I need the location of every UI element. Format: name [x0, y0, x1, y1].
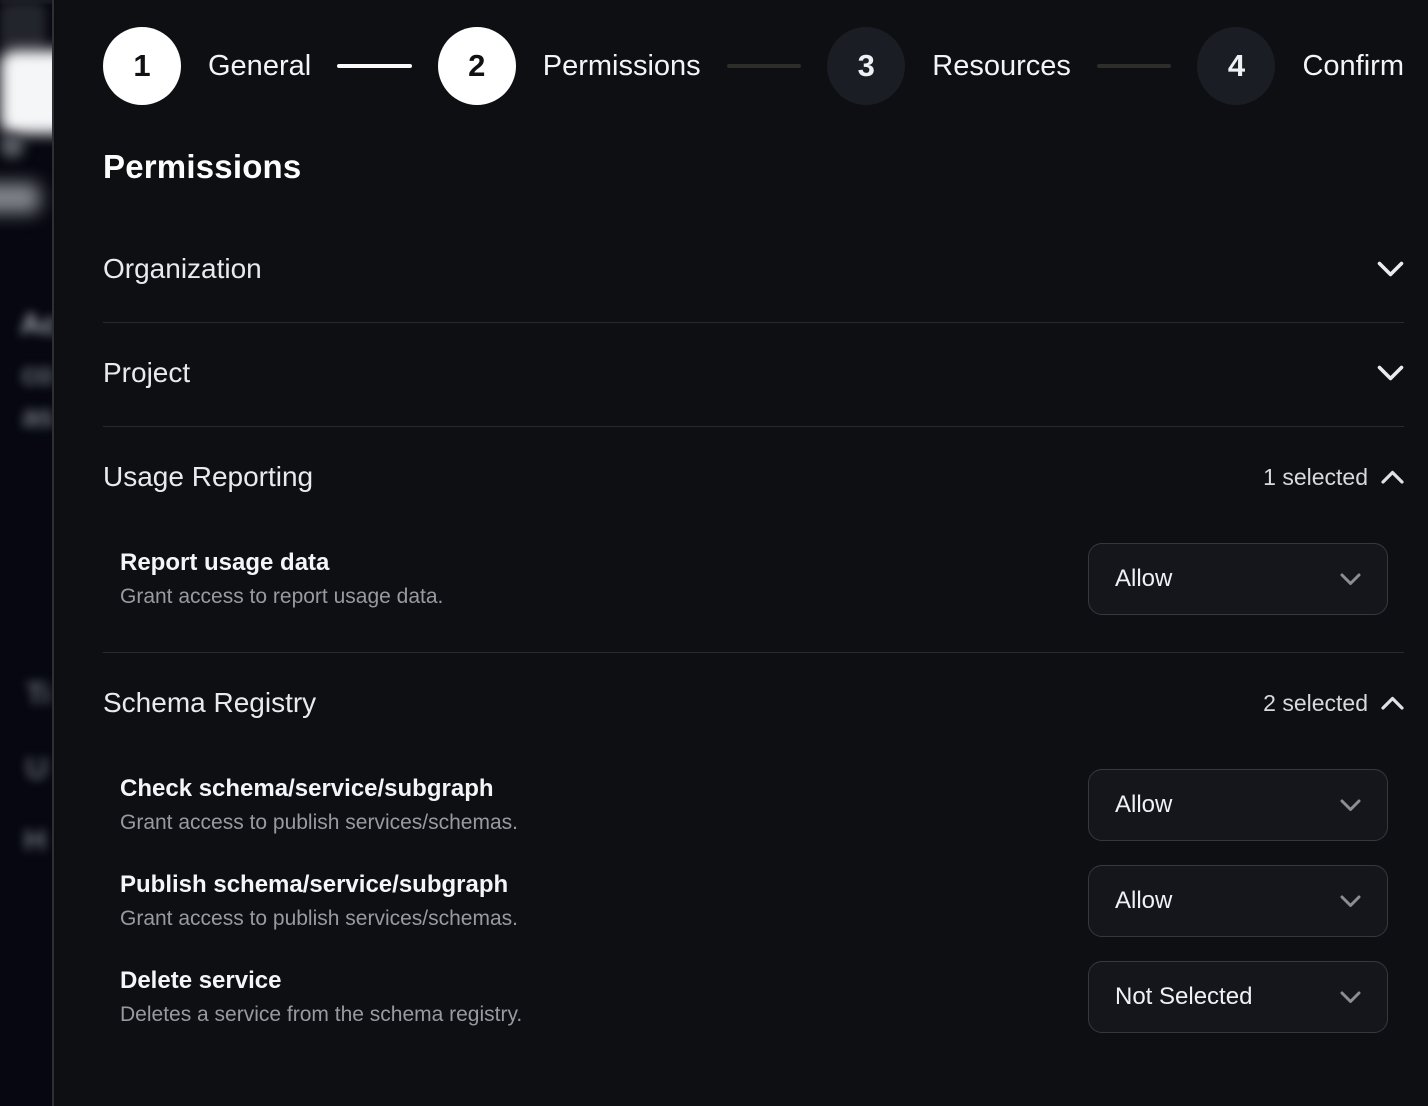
step-number-badge: 1 [103, 27, 181, 105]
sidebar-blurred-active-item [0, 50, 54, 134]
chevron-down-icon [1340, 573, 1361, 586]
step-number-badge: 4 [1197, 27, 1275, 105]
permission-select-check-schema[interactable]: Allow [1088, 769, 1388, 841]
section-title: Usage Reporting [103, 461, 313, 493]
sidebar-blurred-text: Ti [26, 678, 50, 712]
step-number-badge: 3 [827, 27, 905, 105]
step-number-badge: 2 [438, 27, 516, 105]
permission-row-report-usage-data: Report usage data Grant access to report… [103, 543, 1404, 615]
section-title: Schema Registry [103, 687, 316, 719]
chevron-up-icon [1381, 696, 1404, 710]
permission-title: Publish schema/service/subgraph [120, 871, 518, 899]
permission-select-report-usage-data[interactable]: Allow [1088, 543, 1388, 615]
permission-select-delete-service[interactable]: Not Selected [1088, 961, 1388, 1033]
select-value: Allow [1115, 887, 1172, 915]
permission-title: Report usage data [120, 549, 443, 577]
select-value: Allow [1115, 565, 1172, 593]
step-label: Resources [932, 50, 1071, 83]
wizard-stepper: 1 General 2 Permissions 3 Resources 4 Co… [103, 27, 1404, 105]
section-schema-registry: Schema Registry 2 selected Check schema/… [103, 653, 1404, 1070]
chevron-down-icon [1377, 261, 1404, 278]
step-confirm[interactable]: 4 Confirm [1197, 27, 1404, 105]
step-label: General [208, 50, 311, 83]
sidebar-blurred-text: H [24, 824, 46, 858]
sidebar-blurred-text: Ac [20, 308, 54, 342]
select-value: Allow [1115, 791, 1172, 819]
permission-row-delete-service: Delete service Deletes a service from th… [103, 961, 1404, 1033]
selected-count-badge: 2 selected [1263, 690, 1368, 717]
select-value: Not Selected [1115, 983, 1252, 1011]
permission-description: Grant access to report usage data. [120, 585, 443, 609]
sidebar-blurred-icon [0, 2, 46, 50]
section-title: Project [103, 357, 190, 389]
section-project-header[interactable]: Project [103, 357, 1404, 389]
permission-select-publish-schema[interactable]: Allow [1088, 865, 1388, 937]
sidebar-blurred-text: as [22, 400, 54, 434]
create-token-modal: 1 General 2 Permissions 3 Resources 4 Co… [56, 0, 1428, 1106]
section-organization-header[interactable]: Organization [103, 253, 1404, 285]
section-usage-reporting: Usage Reporting 1 selected Report usage … [103, 427, 1404, 653]
step-label: Permissions [543, 50, 701, 83]
chevron-down-icon [1340, 895, 1361, 908]
permission-row-check-schema: Check schema/service/subgraph Grant acce… [103, 769, 1404, 841]
section-project: Project [103, 323, 1404, 427]
step-label: Confirm [1302, 50, 1404, 83]
section-title: Organization [103, 253, 262, 285]
section-usage-reporting-header[interactable]: Usage Reporting 1 selected [103, 461, 1404, 493]
permission-description: Deletes a service from the schema regist… [120, 1003, 522, 1027]
step-permissions[interactable]: 2 Permissions [438, 27, 701, 105]
permission-description: Grant access to publish services/schemas… [120, 811, 518, 835]
step-connector [727, 64, 802, 68]
section-organization: Organization [103, 219, 1404, 323]
sidebar-blurred-text: U [26, 752, 48, 786]
sidebar-backdrop: Ac co as Ti U H [0, 0, 54, 1106]
selected-count-badge: 1 selected [1263, 464, 1368, 491]
permission-description: Grant access to publish services/schemas… [120, 907, 518, 931]
page-title: Permissions [103, 148, 1404, 186]
step-general[interactable]: 1 General [103, 27, 311, 105]
sidebar-blurred-text: co [22, 358, 54, 392]
chevron-down-icon [1340, 991, 1361, 1004]
sidebar-blurred-dot [0, 134, 24, 158]
chevron-down-icon [1340, 799, 1361, 812]
permission-row-publish-schema: Publish schema/service/subgraph Grant ac… [103, 865, 1404, 937]
permission-title: Check schema/service/subgraph [120, 775, 518, 803]
section-schema-registry-header[interactable]: Schema Registry 2 selected [103, 687, 1404, 719]
step-connector [1097, 64, 1172, 68]
sidebar-blurred-pill [0, 183, 40, 213]
permission-title: Delete service [120, 967, 522, 995]
step-connector-done [337, 64, 412, 68]
step-resources[interactable]: 3 Resources [827, 27, 1071, 105]
chevron-down-icon [1377, 365, 1404, 382]
chevron-up-icon [1381, 470, 1404, 484]
